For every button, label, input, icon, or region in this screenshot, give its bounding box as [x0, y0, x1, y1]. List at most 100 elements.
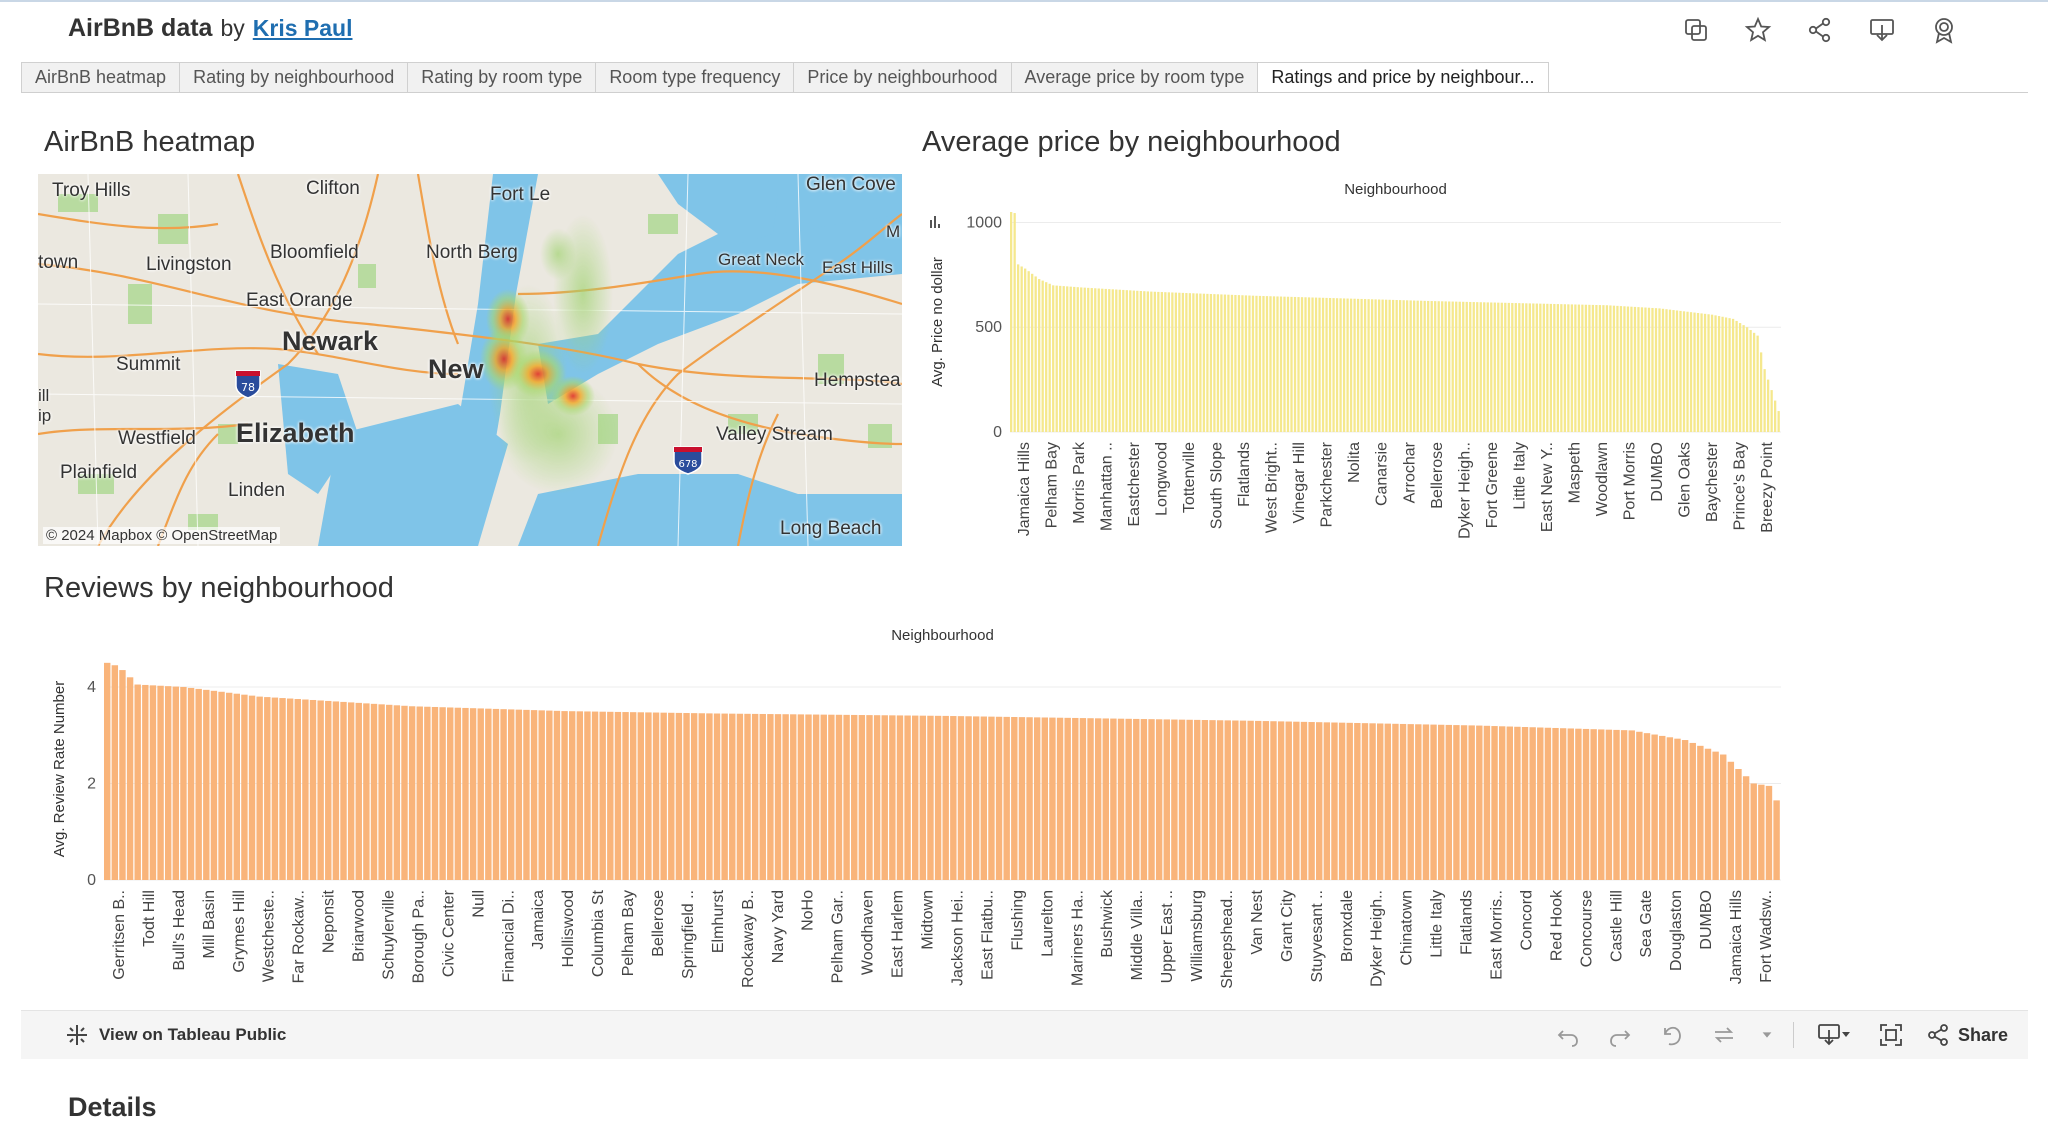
- bar[interactable]: [408, 706, 416, 880]
- bar[interactable]: [309, 699, 317, 880]
- bar[interactable]: [668, 712, 675, 880]
- bar[interactable]: [149, 685, 157, 880]
- bar[interactable]: [233, 693, 241, 880]
- tab-rating-by-neighbourhood[interactable]: Rating by neighbourhood: [179, 62, 409, 92]
- bar[interactable]: [1346, 722, 1353, 880]
- bar[interactable]: [180, 686, 187, 880]
- bar[interactable]: [927, 715, 934, 880]
- bar[interactable]: [538, 710, 545, 880]
- bar[interactable]: [1118, 289, 1121, 432]
- bar[interactable]: [866, 715, 873, 880]
- bar[interactable]: [1146, 291, 1149, 432]
- bar[interactable]: [1369, 723, 1376, 880]
- bar[interactable]: [1272, 296, 1276, 432]
- bar[interactable]: [157, 685, 164, 880]
- bar[interactable]: [1087, 287, 1090, 432]
- revert-icon[interactable]: [1655, 1019, 1689, 1051]
- bar[interactable]: [751, 713, 759, 880]
- bar[interactable]: [1237, 295, 1241, 432]
- tab-rating-by-room-type[interactable]: Rating by room type: [407, 62, 597, 92]
- bar[interactable]: [1265, 296, 1269, 432]
- bar[interactable]: [1518, 303, 1521, 432]
- bar[interactable]: [1244, 295, 1248, 432]
- bar[interactable]: [1598, 729, 1605, 880]
- bar[interactable]: [1185, 293, 1188, 432]
- bar[interactable]: [1658, 308, 1661, 432]
- bar[interactable]: [1430, 724, 1437, 880]
- bar[interactable]: [1643, 733, 1651, 880]
- bar[interactable]: [1556, 304, 1560, 432]
- bar[interactable]: [889, 715, 896, 880]
- bar[interactable]: [1031, 273, 1034, 432]
- bar[interactable]: [1681, 740, 1689, 880]
- bar[interactable]: [1090, 288, 1093, 432]
- bar[interactable]: [1209, 293, 1213, 432]
- bar[interactable]: [1171, 292, 1174, 432]
- bar[interactable]: [835, 714, 843, 880]
- share-button[interactable]: Share: [1926, 1023, 2008, 1047]
- bar[interactable]: [1020, 266, 1023, 432]
- bar[interactable]: [203, 689, 210, 880]
- bar[interactable]: [1584, 304, 1588, 432]
- bar[interactable]: [1765, 785, 1773, 880]
- bar[interactable]: [1209, 720, 1216, 880]
- bar[interactable]: [523, 709, 530, 880]
- bar[interactable]: [843, 714, 850, 880]
- bar[interactable]: [447, 707, 454, 880]
- bar[interactable]: [1262, 721, 1270, 880]
- bar[interactable]: [241, 694, 248, 880]
- bar[interactable]: [851, 714, 858, 880]
- bar[interactable]: [1591, 304, 1595, 432]
- bar[interactable]: [1332, 298, 1335, 432]
- bar[interactable]: [713, 713, 721, 881]
- bar[interactable]: [904, 715, 911, 880]
- bar[interactable]: [881, 715, 888, 880]
- bar[interactable]: [454, 707, 462, 880]
- bar[interactable]: [1407, 724, 1414, 880]
- bar[interactable]: [1582, 728, 1590, 880]
- bar[interactable]: [1255, 720, 1262, 880]
- bar[interactable]: [1013, 213, 1016, 432]
- bar[interactable]: [759, 713, 766, 880]
- bar[interactable]: [1056, 717, 1064, 880]
- bar[interactable]: [1479, 302, 1482, 432]
- fullscreen-icon[interactable]: [1874, 1019, 1908, 1051]
- bar[interactable]: [950, 716, 957, 880]
- bar[interactable]: [1498, 726, 1506, 880]
- bar[interactable]: [1549, 303, 1552, 432]
- bar[interactable]: [1422, 724, 1430, 880]
- bar[interactable]: [104, 662, 111, 880]
- bar[interactable]: [1672, 310, 1675, 432]
- bar[interactable]: [195, 688, 202, 880]
- bar[interactable]: [264, 697, 271, 880]
- map-attribution[interactable]: © 2024 Mapbox © OpenStreetMap: [43, 527, 281, 544]
- bar[interactable]: [1206, 293, 1209, 432]
- bar[interactable]: [744, 713, 751, 880]
- bar[interactable]: [1637, 307, 1640, 432]
- bar[interactable]: [1192, 293, 1195, 432]
- bar[interactable]: [1195, 293, 1199, 432]
- bar[interactable]: [1010, 212, 1013, 432]
- bar[interactable]: [561, 711, 568, 880]
- bar[interactable]: [1111, 289, 1114, 432]
- duplicate-icon[interactable]: [1680, 14, 1712, 46]
- bar[interactable]: [1066, 286, 1069, 432]
- bar[interactable]: [401, 705, 408, 880]
- bar[interactable]: [111, 665, 119, 880]
- bar[interactable]: [1220, 294, 1223, 432]
- bar[interactable]: [393, 705, 401, 880]
- bar[interactable]: [1323, 722, 1331, 880]
- bar[interactable]: [355, 702, 362, 880]
- bar[interactable]: [645, 712, 652, 880]
- bar[interactable]: [652, 712, 660, 880]
- bar[interactable]: [1314, 297, 1318, 432]
- bar[interactable]: [1679, 310, 1682, 432]
- bar[interactable]: [1140, 719, 1148, 880]
- bar[interactable]: [1076, 287, 1079, 432]
- bar[interactable]: [1756, 335, 1759, 432]
- bar[interactable]: [1230, 294, 1234, 432]
- bar[interactable]: [1290, 296, 1293, 432]
- bar[interactable]: [1269, 296, 1272, 432]
- bar[interactable]: [1623, 306, 1626, 432]
- bar[interactable]: [1682, 311, 1686, 432]
